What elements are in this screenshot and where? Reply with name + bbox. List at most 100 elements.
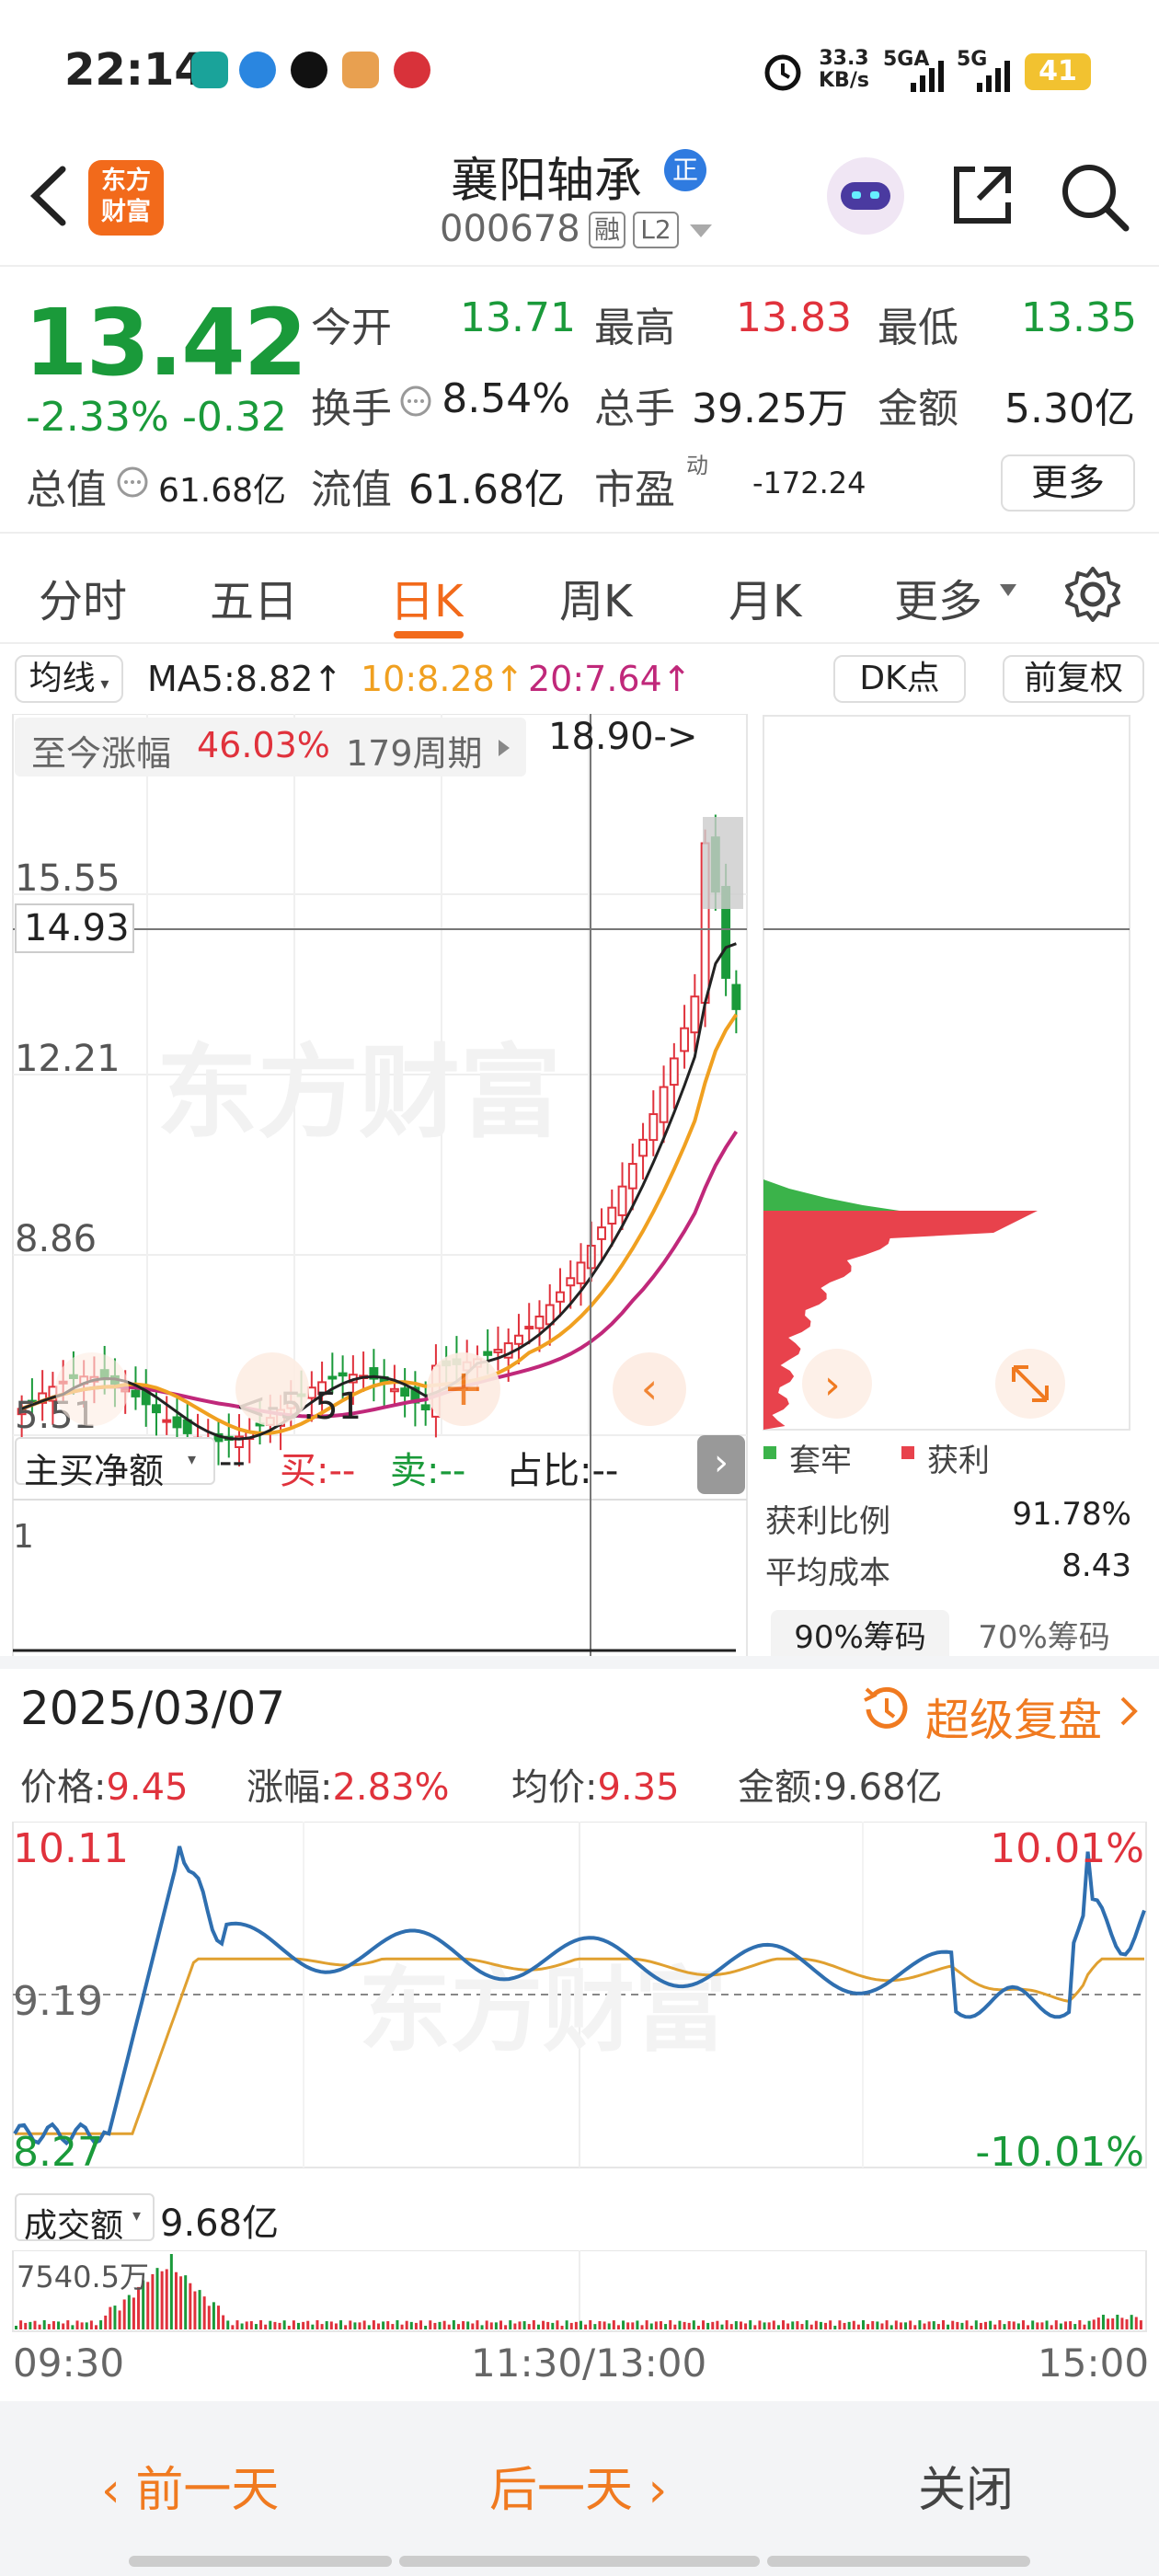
- back-icon[interactable]: [26, 164, 72, 228]
- volume-bar: [899, 2322, 902, 2329]
- volume-bar: [711, 2321, 715, 2329]
- panel-divider: [0, 1656, 1159, 1669]
- chip-tab-90[interactable]: 90%筹码: [771, 1610, 949, 1656]
- volume-bar: [913, 2325, 917, 2329]
- tab-intraday[interactable]: 分时: [39, 565, 127, 629]
- tab-daily-k[interactable]: 日K: [390, 565, 463, 629]
- candle-body: [514, 1334, 523, 1345]
- zoom-out-button[interactable]: [235, 1352, 309, 1426]
- high-marker: 18.90->: [548, 716, 698, 758]
- volume-bar: [593, 2324, 597, 2329]
- indicator-selector[interactable]: 均线 ▾: [15, 655, 123, 703]
- volume-bar: [885, 2320, 889, 2329]
- low-value: 13.35: [1021, 294, 1137, 341]
- volume-bar: [782, 2320, 786, 2329]
- flow-indicator-selector[interactable]: 主买净额 ▾: [15, 1437, 215, 1491]
- expand-panel-button[interactable]: ›: [697, 1435, 745, 1494]
- volume-bar: [580, 2320, 582, 2329]
- volume-bar: [456, 2324, 460, 2329]
- volume-bar: [838, 2320, 842, 2329]
- more-quote-button[interactable]: 更多: [1001, 454, 1135, 512]
- zoom-in-button[interactable]: +: [427, 1352, 500, 1426]
- change-amount: -0.32: [182, 394, 287, 441]
- previous-day-button[interactable]: ‹ 前一天: [101, 2451, 279, 2520]
- tab-weekly-k[interactable]: 周K: [559, 565, 632, 629]
- nav-button-left[interactable]: [55, 1352, 129, 1426]
- candle-body: [638, 1138, 648, 1157]
- profit-legend-swatch: [901, 1446, 914, 1459]
- chevron-down-icon[interactable]: [688, 223, 714, 241]
- volume-bar: [217, 2306, 221, 2329]
- tab-monthly-k[interactable]: 月K: [729, 565, 801, 629]
- candle-body: [389, 1387, 399, 1393]
- volume-bar: [1083, 2324, 1086, 2329]
- volume-bar: [805, 2320, 809, 2329]
- volume-bar: [165, 2269, 168, 2329]
- volume-bar: [202, 2296, 206, 2329]
- volume-bar: [607, 2323, 611, 2329]
- info-icon-2[interactable]: [116, 466, 149, 499]
- volume-bar: [509, 2320, 512, 2329]
- volume-type-selector[interactable]: 成交额 ▾: [15, 2193, 155, 2245]
- eastmoney-logo[interactable]: 东方 财富: [88, 160, 164, 236]
- volume-bar: [235, 2320, 239, 2329]
- tab-five-day[interactable]: 五日: [210, 565, 298, 629]
- volume-bar: [212, 2302, 215, 2329]
- volume-bar: [744, 2323, 748, 2329]
- flow-buy: 买:--: [280, 1450, 356, 1492]
- period-gain-label: 至今涨幅: [31, 733, 172, 774]
- volume-bar: [556, 2320, 559, 2329]
- profit-ratio-value: 91.78%: [1012, 1496, 1131, 1533]
- volume-bar: [1107, 2318, 1110, 2329]
- scroll-left-button[interactable]: ‹: [613, 1352, 686, 1426]
- candle-body: [648, 1113, 659, 1142]
- volume-bar: [429, 2320, 432, 2329]
- info-icon[interactable]: [399, 385, 432, 418]
- close-button[interactable]: 关闭: [918, 2451, 1014, 2520]
- search-icon[interactable]: [1058, 160, 1131, 234]
- volume-bar: [631, 2322, 635, 2329]
- share-icon[interactable]: [947, 160, 1017, 230]
- volume-bar: [1054, 2320, 1058, 2329]
- volume-bar: [970, 2325, 973, 2329]
- intraday-pct-bot: -10.01%: [975, 2129, 1144, 2176]
- volume-bar: [316, 2320, 319, 2329]
- scroll-indicator-2: [399, 2556, 760, 2567]
- dk-point-button[interactable]: DK点: [833, 655, 966, 703]
- candle-body: [524, 1326, 534, 1330]
- chevron-right-icon: [499, 740, 510, 756]
- volume-bar: [1007, 2321, 1011, 2329]
- volume-bar: [692, 2320, 695, 2329]
- flow-value: --: [219, 1441, 246, 1483]
- volume-bar: [847, 2321, 851, 2329]
- chip-tab-70[interactable]: 70%筹码: [955, 1610, 1133, 1656]
- volume-bar: [57, 2321, 61, 2329]
- volume-bar: [15, 2326, 17, 2329]
- volume-bar: [1092, 2319, 1096, 2329]
- settings-gear-icon[interactable]: [1063, 565, 1122, 624]
- volume-total: 9.68亿: [160, 2202, 280, 2245]
- volume-bar: [1027, 2325, 1030, 2329]
- volume-bar: [1036, 2322, 1039, 2329]
- volume-bar: [362, 2320, 366, 2329]
- volume-bar: [292, 2320, 295, 2329]
- history-clock-icon[interactable]: [857, 1682, 912, 1737]
- volume-bar: [584, 2324, 588, 2329]
- adjustment-button[interactable]: 前复权: [1003, 655, 1144, 703]
- volume-bar: [132, 2297, 135, 2329]
- volume-bar: [438, 2321, 442, 2329]
- review-date: 2025/03/07: [20, 1682, 286, 1735]
- candle-body: [597, 1226, 606, 1240]
- candle-body: [669, 1057, 679, 1087]
- kline-section: 均线 ▾ MA5:8.82↑ 10:8.28↑ 20:7.64↑ DK点 前复权…: [0, 644, 1159, 1662]
- kline-chart[interactable]: 东方财富: [0, 714, 754, 1662]
- super-replay-link[interactable]: 超级复盘: [925, 1684, 1102, 1748]
- tab-more[interactable]: 更多: [894, 565, 982, 629]
- volume-bar: [264, 2324, 268, 2329]
- volume-bar: [278, 2322, 281, 2329]
- robot-assistant-icon[interactable]: [824, 155, 907, 237]
- next-day-button[interactable]: 后一天 ›: [489, 2451, 667, 2520]
- candle-body: [400, 1387, 410, 1397]
- volume-bar: [947, 2324, 950, 2329]
- volume-bar: [442, 2320, 446, 2329]
